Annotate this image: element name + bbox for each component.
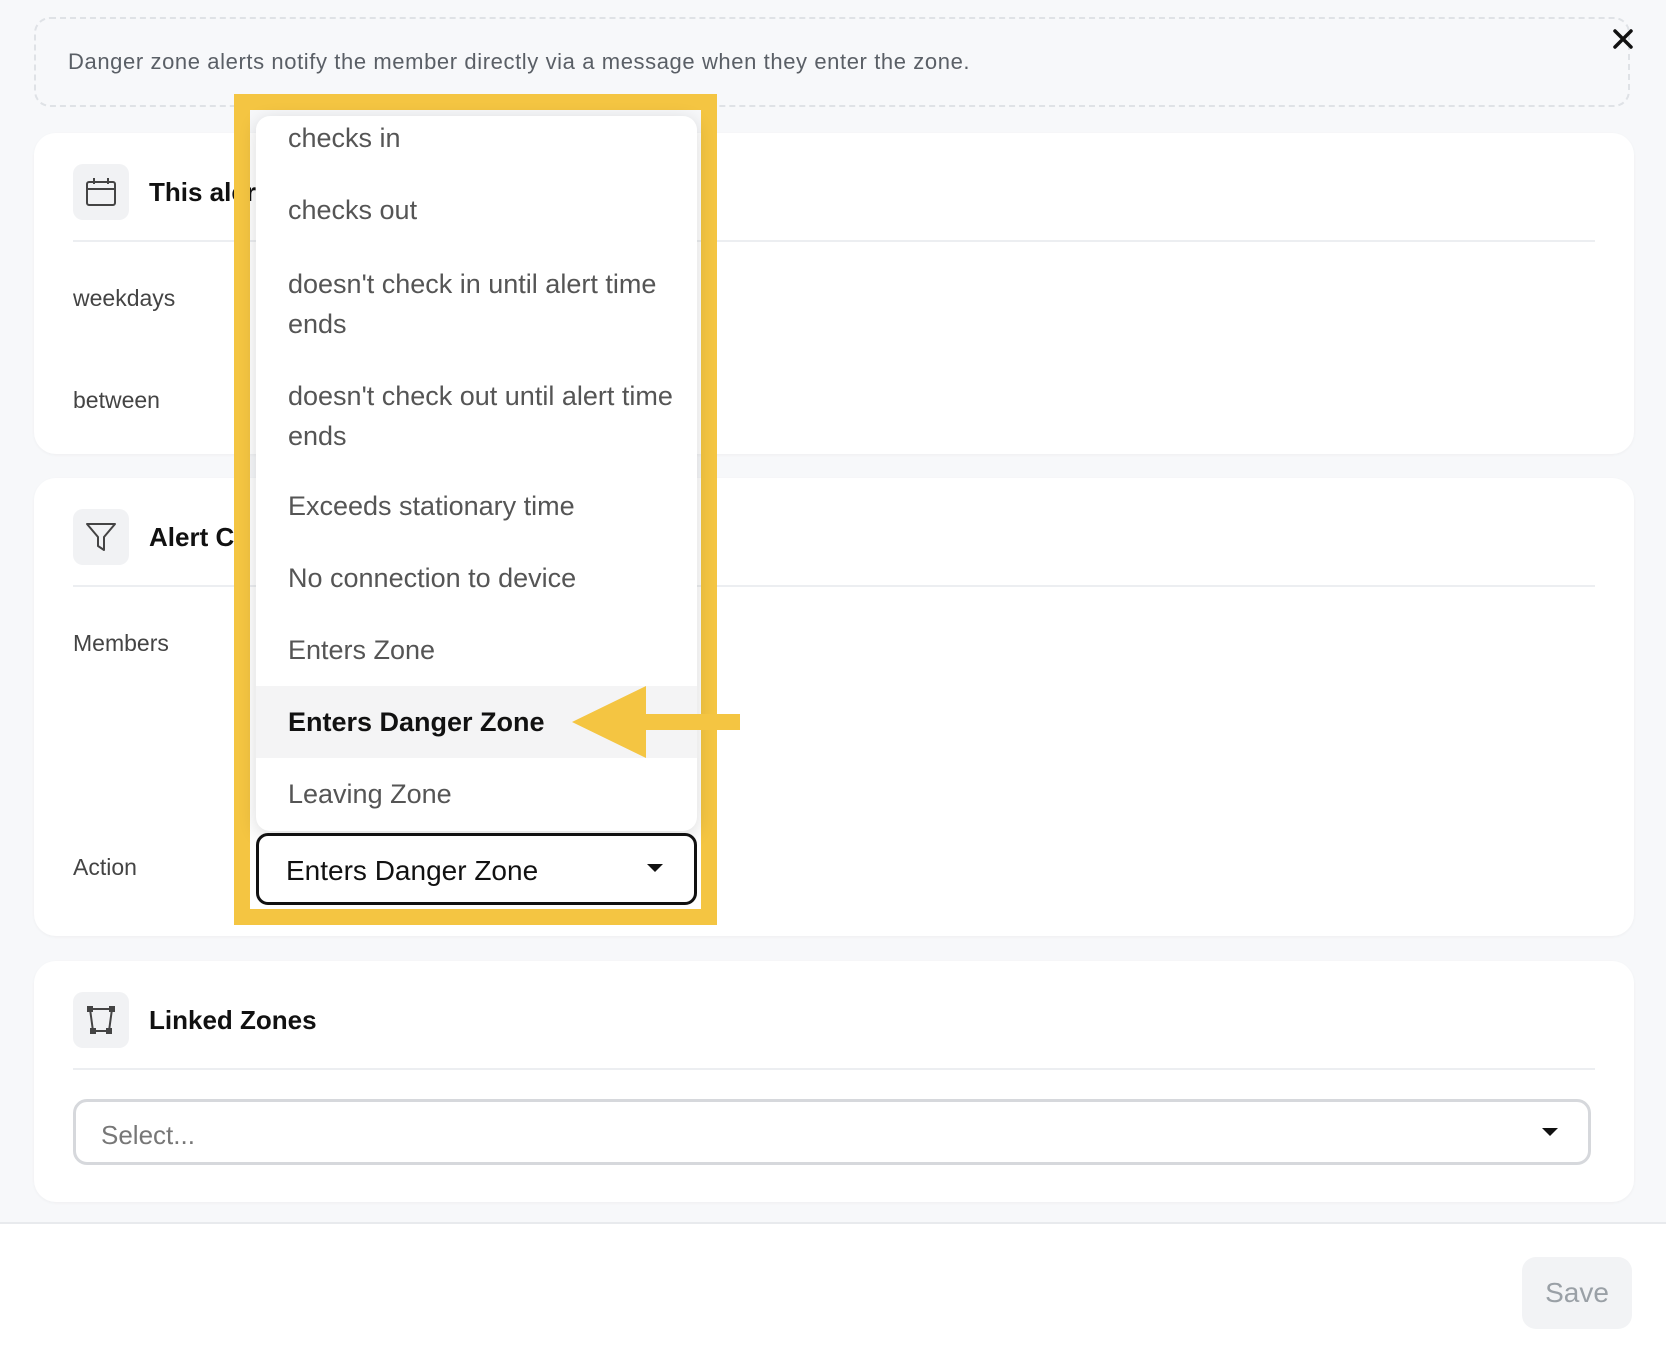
action-label: Action bbox=[73, 854, 137, 880]
linked-zones-title: Linked Zones bbox=[149, 1005, 317, 1035]
save-button[interactable]: Save bbox=[1522, 1257, 1632, 1329]
menu-item-no-check-out[interactable]: doesn't check out until alert time ends bbox=[256, 358, 697, 470]
weekdays-label: weekdays bbox=[73, 285, 176, 311]
menu-item-checks-in[interactable]: checks in bbox=[256, 116, 697, 174]
chevron-down-icon bbox=[647, 864, 663, 872]
action-selected-value: Enters Danger Zone bbox=[286, 855, 539, 886]
close-icon bbox=[1613, 29, 1633, 49]
action-select[interactable]: Enters Danger Zone bbox=[256, 833, 697, 905]
menu-item-enters-zone[interactable]: Enters Zone bbox=[256, 614, 697, 686]
footer: Save bbox=[0, 1224, 1666, 1350]
chevron-down-icon bbox=[1542, 1128, 1558, 1136]
divider bbox=[73, 1068, 1595, 1070]
menu-item-leaving-zone[interactable]: Leaving Zone bbox=[256, 758, 697, 831]
members-label: Members bbox=[73, 630, 169, 656]
linked-zones-card: Linked Zones Select... bbox=[34, 961, 1634, 1202]
polygon-zone-icon bbox=[73, 992, 129, 1048]
calendar-icon bbox=[73, 164, 129, 220]
select-placeholder: Select... bbox=[101, 1120, 195, 1150]
linked-zones-select[interactable]: Select... bbox=[73, 1099, 1591, 1165]
filter-icon bbox=[73, 509, 129, 565]
close-button[interactable] bbox=[1606, 22, 1640, 56]
notice-text: Danger zone alerts notify the member dir… bbox=[68, 49, 971, 74]
annotation-arrow-icon bbox=[572, 686, 740, 758]
menu-item-no-check-in[interactable]: doesn't check in until alert time ends bbox=[256, 246, 697, 358]
alert-settings-page: Danger zone alerts notify the member dir… bbox=[0, 0, 1666, 1350]
menu-item-no-connection[interactable]: No connection to device bbox=[256, 542, 697, 614]
menu-item-exceeds-stationary[interactable]: Exceeds stationary time bbox=[256, 470, 697, 542]
menu-item-checks-out[interactable]: checks out bbox=[256, 174, 697, 246]
between-label: between bbox=[73, 387, 160, 413]
